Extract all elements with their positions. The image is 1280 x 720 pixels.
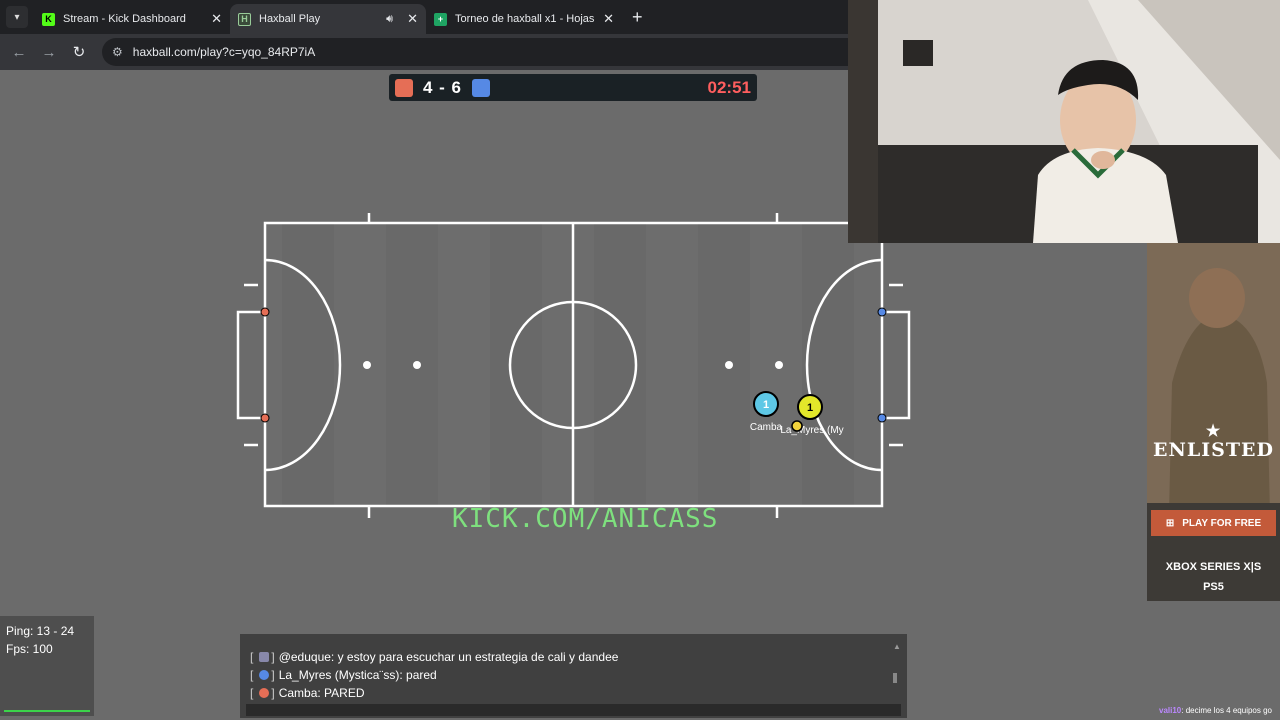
goal-post xyxy=(260,307,270,317)
chat-line: [] @eduque: y estoy para escuchar un est… xyxy=(250,650,619,664)
chat-message: Camba: PARED xyxy=(278,686,365,700)
user-icon xyxy=(259,652,270,662)
blue-team-badge xyxy=(472,78,491,97)
fps-text: Fps: 100 xyxy=(6,642,53,656)
stream-watermark: KICK.COM/ANICASS xyxy=(452,504,719,534)
chat-message: La_Myres (Mystica¨ss): pared xyxy=(278,668,437,682)
xbox-label: XBOX SERIES X|S xyxy=(1165,561,1262,573)
chat-username: vali10 xyxy=(1159,706,1182,715)
score-bar: 4 - 6 02:51 xyxy=(389,74,757,101)
svg-text:1: 1 xyxy=(763,399,769,411)
ping-text: Ping: 13 - 24 xyxy=(6,624,75,638)
chat-scrollbar[interactable]: ▲ xyxy=(893,642,901,688)
scroll-thumb[interactable] xyxy=(893,673,897,683)
red-team-badge xyxy=(395,78,413,97)
ps5-label: PS5 xyxy=(1203,581,1224,593)
close-icon[interactable]: ✕ xyxy=(603,11,614,27)
svg-text:1: 1 xyxy=(807,402,813,414)
red-team-dot-icon xyxy=(259,688,270,698)
tab-bar: ▾ K Stream - Kick Dashboard ✕ H Haxball … xyxy=(0,0,848,34)
tab-label: Haxball Play xyxy=(259,13,321,25)
haxball-icon: H xyxy=(238,12,251,26)
svg-text:La_Myres (My: La_Myres (My xyxy=(780,425,843,436)
kick-chat-message: vali10: decime los 4 equipos go xyxy=(1159,706,1272,715)
chat-line: [] La_Myres (Mystica¨ss): pared xyxy=(250,668,437,682)
tab-torneo-sheet[interactable]: + Torneo de haxball x1 - Hojas de ✕ xyxy=(426,4,622,34)
kick-icon: K xyxy=(42,12,55,26)
forward-button[interactable]: → xyxy=(34,44,64,61)
tab-haxball-play[interactable]: H Haxball Play 🔊︎ ✕ xyxy=(230,4,426,34)
reload-button[interactable]: ↻ xyxy=(64,43,94,61)
play-for-free-button[interactable]: ⊞ PLAY FOR FREE xyxy=(1151,510,1276,536)
close-icon[interactable]: ✕ xyxy=(407,11,418,27)
chat-line: [] Camba: PARED xyxy=(250,686,365,700)
goal-post xyxy=(877,413,887,423)
game-chat: [] @eduque: y estoy para escuchar un est… xyxy=(240,634,907,718)
cta-label: PLAY FOR FREE xyxy=(1182,517,1262,529)
ball xyxy=(791,420,803,432)
address-bar: ← → ↻ ⚙ haxball.com/play?c=yqo_84RP7iA xyxy=(0,34,848,70)
tab-label: Stream - Kick Dashboard xyxy=(63,13,186,25)
score: 4 - 6 xyxy=(423,77,463,97)
webcam-feed xyxy=(848,0,1280,243)
chat-input[interactable] xyxy=(246,704,901,716)
chat-message: @eduque: y estoy para escuchar un estrat… xyxy=(278,650,619,664)
svg-text:Camba: Camba xyxy=(750,422,783,433)
ad-brand-logo: ★ ENLISTED xyxy=(1147,421,1280,462)
close-icon[interactable]: ✕ xyxy=(211,11,222,27)
url-text: haxball.com/play?c=yqo_84RP7iA xyxy=(132,45,316,59)
goal-post xyxy=(877,307,887,317)
sheets-icon: + xyxy=(434,12,447,26)
tab-label: Torneo de haxball x1 - Hojas de xyxy=(455,13,598,25)
ad-brand: ENLISTED xyxy=(1153,439,1274,461)
match-timer: 02:51 xyxy=(707,77,751,97)
tab-search-button[interactable]: ▾ xyxy=(6,6,28,28)
tab-kick-dashboard[interactable]: K Stream - Kick Dashboard ✕ xyxy=(34,4,230,34)
blue-team-dot-icon xyxy=(259,670,270,680)
network-stats: Ping: 13 - 24 Fps: 100 xyxy=(0,616,94,716)
new-tab-button[interactable]: + xyxy=(632,7,643,28)
scroll-up-icon[interactable]: ▲ xyxy=(893,642,901,651)
windows-icon: ⊞ xyxy=(1165,517,1175,529)
url-input[interactable]: ⚙ haxball.com/play?c=yqo_84RP7iA xyxy=(102,38,848,66)
soccer-field: 1 Camba 1 La_Myres (My xyxy=(236,213,911,518)
goal-post xyxy=(260,413,270,423)
speaker-icon[interactable]: 🔊︎ xyxy=(386,13,393,26)
chat-text: : decime los 4 equipos go xyxy=(1181,706,1272,715)
back-button[interactable]: ← xyxy=(4,44,34,61)
star-icon: ★ xyxy=(1205,421,1222,440)
ad-banner[interactable]: ★ ENLISTED ⊞ PLAY FOR FREE XBOX SERIES X… xyxy=(1147,243,1280,601)
site-info-icon[interactable]: ⚙ xyxy=(112,45,123,59)
fps-graph xyxy=(4,704,90,712)
